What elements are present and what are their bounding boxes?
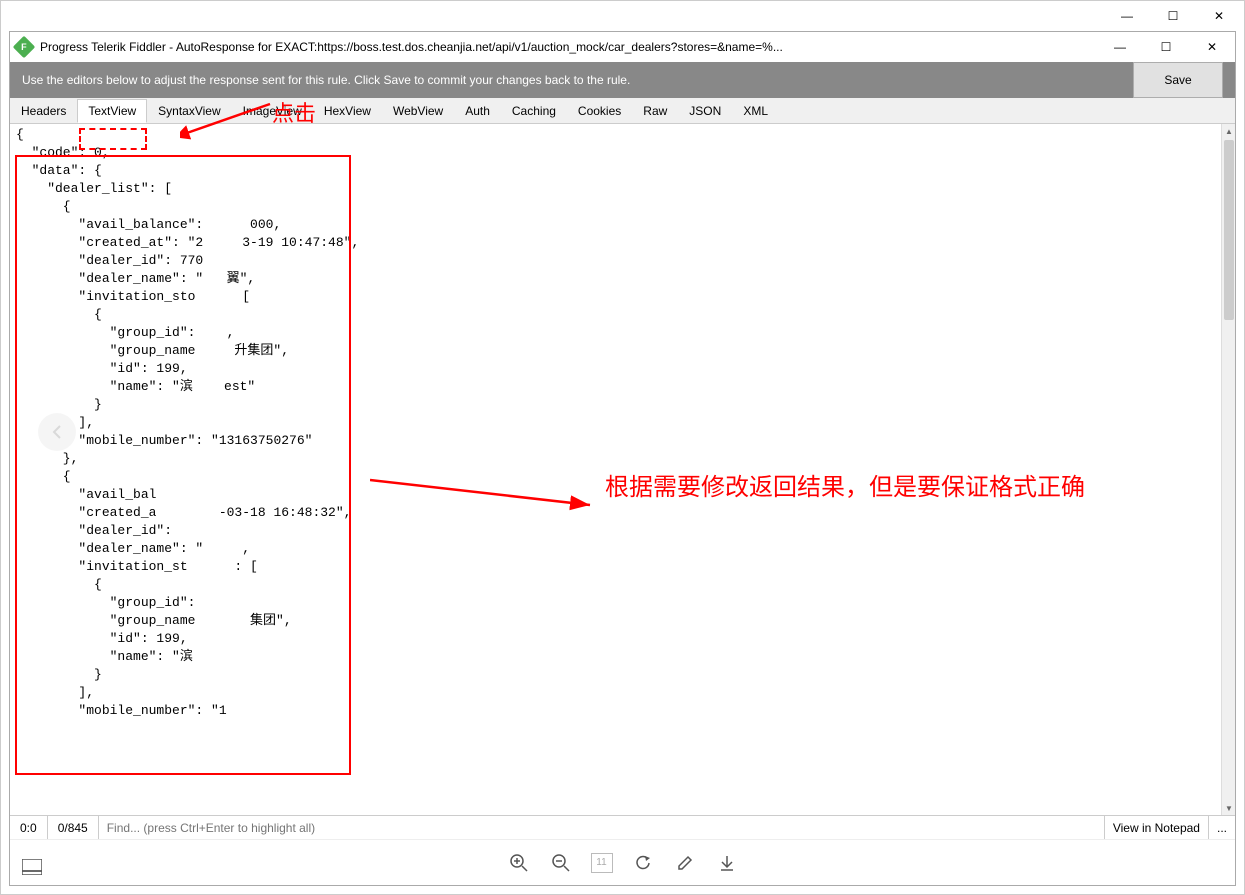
response-editor[interactable]: { "code": 0, "data": { "dealer_list": [ … (10, 124, 1221, 722)
outer-minimize-button[interactable]: — (1104, 2, 1150, 30)
instruction-text: Use the editors below to adjust the resp… (22, 73, 1133, 87)
save-button[interactable]: Save (1133, 62, 1223, 98)
tab-caching[interactable]: Caching (501, 99, 567, 123)
zoom-in-icon[interactable] (507, 851, 531, 875)
page-number-box[interactable]: 11 (591, 853, 613, 873)
tab-syntaxview[interactable]: SyntaxView (147, 99, 231, 123)
outer-titlebar: — ☐ ✕ (1, 1, 1244, 31)
edit-icon[interactable] (673, 851, 697, 875)
content-area: { "code": 0, "data": { "dealer_list": [ … (10, 124, 1235, 815)
tab-json[interactable]: JSON (678, 99, 732, 123)
scroll-thumb[interactable] (1224, 140, 1234, 320)
selection-range: 0/845 (48, 816, 99, 839)
fiddler-icon (13, 36, 36, 59)
tab-textview[interactable]: TextView (77, 99, 147, 123)
outer-maximize-button[interactable]: ☐ (1150, 2, 1196, 30)
outer-close-button[interactable]: ✕ (1196, 2, 1242, 30)
more-button[interactable]: ... (1209, 816, 1235, 839)
page-number: 11 (596, 857, 606, 868)
tab-imageview[interactable]: ImageView (232, 99, 313, 123)
tab-hexview[interactable]: HexView (313, 99, 382, 123)
download-icon[interactable] (715, 851, 739, 875)
refresh-icon[interactable] (631, 851, 655, 875)
cursor-position: 0:0 (10, 816, 48, 839)
tab-webview[interactable]: WebView (382, 99, 454, 123)
tab-auth[interactable]: Auth (454, 99, 501, 123)
window-title: Progress Telerik Fiddler - AutoResponse … (40, 40, 1097, 54)
tab-xml[interactable]: XML (732, 99, 779, 123)
scroll-up-icon[interactable]: ▲ (1222, 124, 1235, 138)
vertical-scrollbar[interactable]: ▲ ▼ (1221, 124, 1235, 815)
carousel-prev-icon[interactable] (38, 413, 76, 451)
inner-titlebar: Progress Telerik Fiddler - AutoResponse … (10, 32, 1235, 62)
instruction-bar: Use the editors below to adjust the resp… (10, 62, 1235, 98)
status-bar: 0:0 0/845 View in Notepad ... (10, 815, 1235, 839)
tab-headers[interactable]: Headers (10, 99, 77, 123)
find-input[interactable] (99, 816, 1105, 839)
tab-raw[interactable]: Raw (632, 99, 678, 123)
panels-icon[interactable] (22, 859, 42, 875)
inner-maximize-button[interactable]: ☐ (1143, 33, 1189, 61)
inner-minimize-button[interactable]: — (1097, 33, 1143, 61)
inner-close-button[interactable]: ✕ (1189, 33, 1235, 61)
view-in-notepad-button[interactable]: View in Notepad (1105, 816, 1209, 839)
tabs-row: Headers TextView SyntaxView ImageView He… (10, 98, 1235, 124)
scroll-down-icon[interactable]: ▼ (1222, 801, 1235, 815)
bottom-toolbar: 11 (10, 839, 1235, 885)
tab-cookies[interactable]: Cookies (567, 99, 632, 123)
zoom-out-icon[interactable] (549, 851, 573, 875)
